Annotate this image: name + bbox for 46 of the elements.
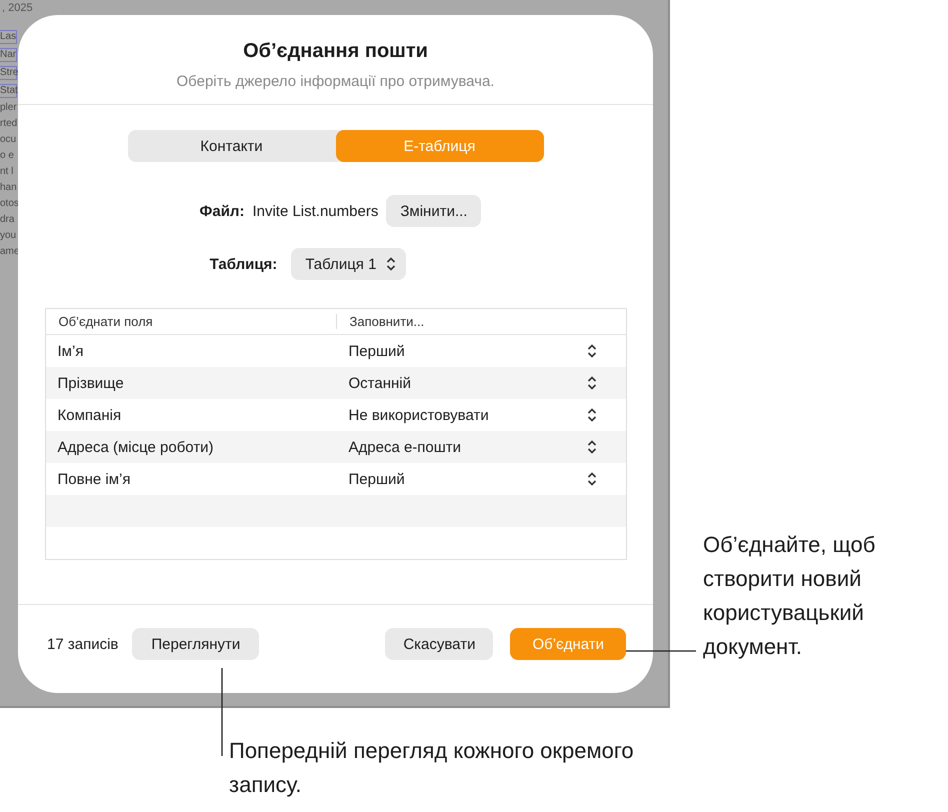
document-text: Stat [0,84,17,98]
column-header: Об’єднати поля [58,314,154,329]
cancel-button[interactable]: Скасувати [385,628,494,660]
document-text: Las [0,30,17,44]
up-down-chevron-icon [586,408,596,422]
leader-line [626,650,696,652]
up-down-chevron-icon [586,440,596,454]
callout-text: Об’єднайте, щоб створити новий користувацький документ. [703,531,876,661]
table-label: Таблиця: [210,256,278,272]
up-down-chevron-icon [386,257,396,271]
up-down-chevron-icon [586,472,596,486]
source-tab[interactable]: Контакти [128,130,336,162]
document-text: Nar [0,48,17,62]
document-text: otos [0,198,17,210]
fill-popup[interactable]: Перший [336,342,614,360]
up-down-chevron-icon [586,376,596,390]
document-text: Stre [0,66,17,80]
file-name: Invite List.numbers [252,202,378,220]
document-text: han [0,182,17,194]
file-label: Файл: [200,202,244,220]
field-name: Прізвище [56,374,125,392]
field-name: Компанія [56,406,122,424]
dialog-title: Об’єднання пошти [243,40,428,63]
field-name: Адреса (місце роботи) [56,438,215,456]
fill-popup[interactable]: Перший [336,470,614,488]
up-down-chevron-icon [586,344,596,358]
document-text: o e [0,150,15,162]
document-text: nt l [0,166,14,178]
document-date: , 2025 [1,1,34,16]
record-count: 17 записів [47,636,118,652]
document-text: pler [0,102,17,114]
column-header: Заповнити... [348,314,426,329]
table-popup[interactable]: Таблиця 1 [291,248,406,280]
field-name: Повне ім’я [56,470,132,488]
fill-popup[interactable]: Адреса е-пошти [336,438,614,456]
preview-button[interactable]: Переглянути [132,628,260,660]
document-text: rted [0,118,17,130]
document-text: dra [0,214,16,226]
change-button[interactable]: Змінити... [386,195,482,227]
dialog-subtitle: Оберіть джерело інформації про отримувача. [176,73,494,90]
document-text: you [0,230,17,242]
fill-popup[interactable]: Не використовувати [336,406,614,424]
document-text: ocu [0,134,17,146]
callout-text: Попередній перегляд кожного окремого запису. [229,737,635,799]
field-name: Ім’я [56,342,84,360]
fill-popup[interactable]: Останній [336,374,614,392]
